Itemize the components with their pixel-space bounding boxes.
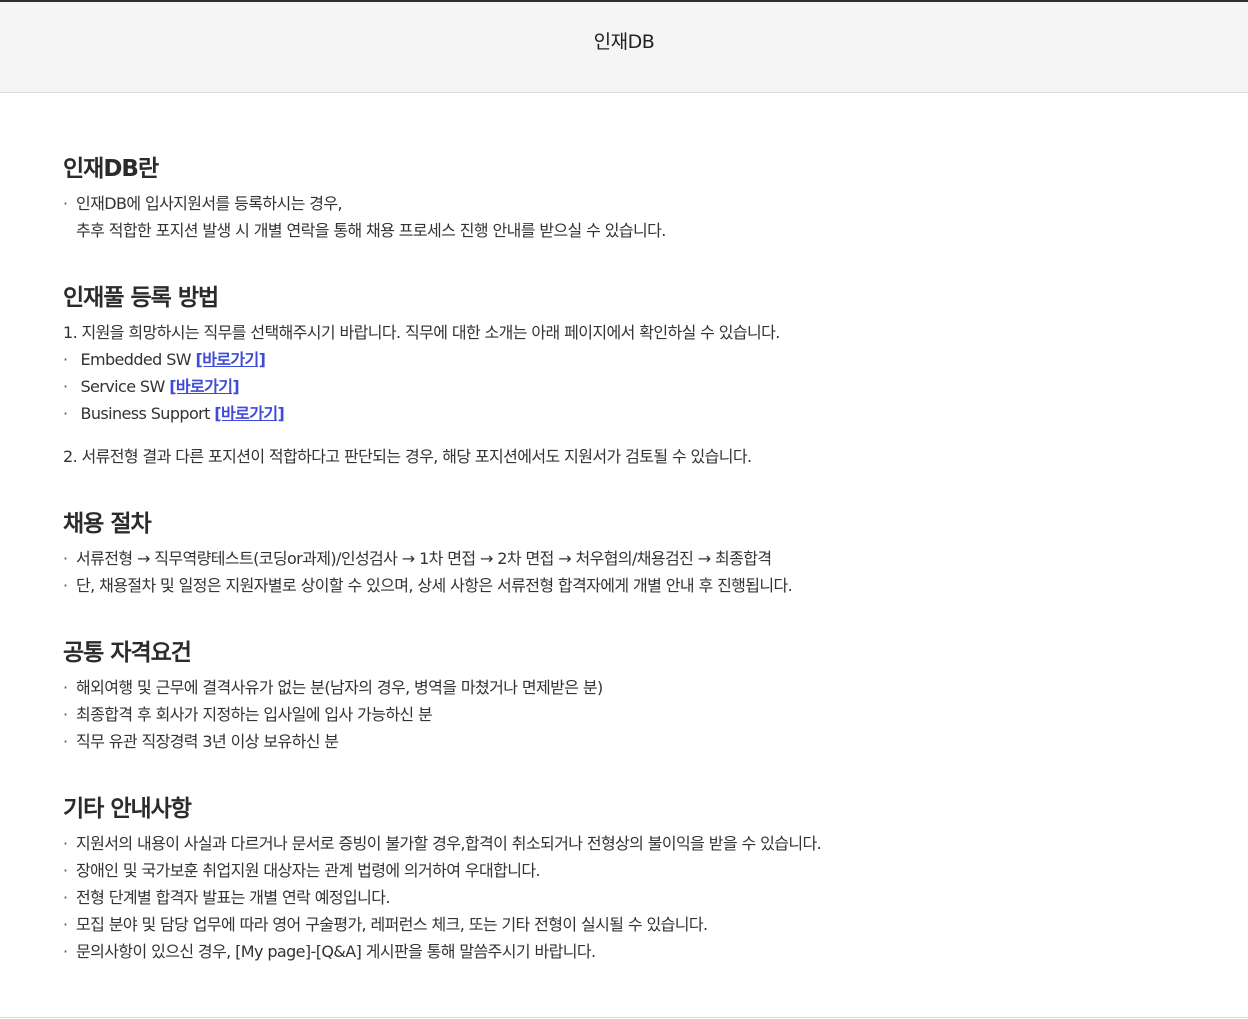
job-name: Business Support <box>80 404 211 423</box>
section-heading: 채용 절차 <box>63 511 152 537</box>
job-link-service-sw[interactable]: [바로가기] <box>169 377 240 396</box>
section-heading: 공통 자격요건 <box>63 640 192 666</box>
note-item: 장애인 및 국가보훈 취업지원 대상자는 관계 법령에 의거하여 우대합니다. <box>63 857 1183 884</box>
requirement-item: 최종합격 후 회사가 지정하는 입사일에 입사 가능하신 분 <box>63 701 1183 728</box>
note-item: 지원서의 내용이 사실과 다르거나 문서로 증빙이 불가할 경우,합격이 취소되… <box>63 830 1183 857</box>
job-item-business-support: Business Support [바로가기] <box>63 400 1183 427</box>
header-bar: 인재DB <box>0 0 1248 93</box>
section-heading: 인재풀 등록 방법 <box>63 285 219 311</box>
section-intro: 인재DB란 인재DB에 입사지원서를 등록하시는 경우, 추후 적합한 포지션 … <box>63 148 1183 244</box>
main-content: 인재DB란 인재DB에 입사지원서를 등록하시는 경우, 추후 적합한 포지션 … <box>63 148 1183 965</box>
footer-divider <box>0 1017 1248 1018</box>
requirement-item: 해외여행 및 근무에 결격사유가 없는 분(남자의 경우, 병역을 마쳤거나 면… <box>63 674 1183 701</box>
note-item: 모집 분야 및 담당 업무에 따라 영어 구술평가, 레퍼런스 체크, 또는 기… <box>63 911 1183 938</box>
register-step-2: 2. 서류전형 결과 다른 포지션이 적합하다고 판단되는 경우, 해당 포지션… <box>63 447 752 466</box>
job-link-embedded-sw[interactable]: [바로가기] <box>195 350 266 369</box>
section-heading: 인재DB란 <box>63 156 159 182</box>
note-item: 문의사항이 있으신 경우, [My page]-[Q&A] 게시판을 통해 말씀… <box>63 938 1183 965</box>
section-process: 채용 절차 서류전형 → 직무역량테스트(코딩or과제)/인성검사 → 1차 면… <box>63 503 1183 599</box>
process-item: 단, 채용절차 및 일정은 지원자별로 상이할 수 있으며, 상세 사항은 서류… <box>63 572 1183 599</box>
intro-line: 인재DB에 입사지원서를 등록하시는 경우, <box>63 190 1183 217</box>
job-name: Service SW <box>80 377 166 396</box>
page-title: 인재DB <box>593 31 655 53</box>
section-notes: 기타 안내사항 지원서의 내용이 사실과 다르거나 문서로 증빙이 불가할 경우… <box>63 788 1183 965</box>
job-item-service-sw: Service SW [바로가기] <box>63 373 1183 400</box>
register-step-1: 1. 지원을 희망하시는 직무를 선택해주시기 바랍니다. 직무에 대한 소개는… <box>63 323 780 342</box>
requirement-item: 직무 유관 직장경력 3년 이상 보유하신 분 <box>63 728 1183 755</box>
note-item: 전형 단계별 합격자 발표는 개별 연락 예정입니다. <box>63 884 1183 911</box>
section-requirements: 공통 자격요건 해외여행 및 근무에 결격사유가 없는 분(남자의 경우, 병역… <box>63 632 1183 755</box>
section-register: 인재풀 등록 방법 1. 지원을 희망하시는 직무를 선택해주시기 바랍니다. … <box>63 277 1183 470</box>
section-heading: 기타 안내사항 <box>63 796 192 822</box>
intro-line-continued: 추후 적합한 포지션 발생 시 개별 연락을 통해 채용 프로세스 진행 안내를… <box>76 221 666 240</box>
job-item-embedded-sw: Embedded SW [바로가기] <box>63 346 1183 373</box>
process-item: 서류전형 → 직무역량테스트(코딩or과제)/인성검사 → 1차 면접 → 2차… <box>63 545 1183 572</box>
job-link-business-support[interactable]: [바로가기] <box>214 404 285 423</box>
job-name: Embedded SW <box>80 350 192 369</box>
